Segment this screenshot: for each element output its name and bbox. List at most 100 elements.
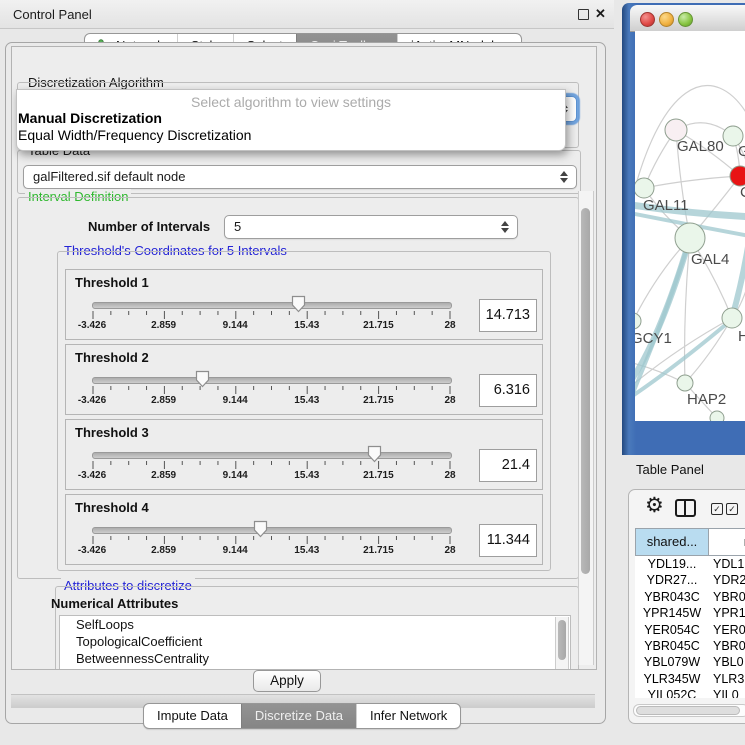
threshold-label: Threshold 2 <box>75 350 149 365</box>
slider-scale-label: 21.715 <box>354 470 402 481</box>
slider-scale-label: 28 <box>426 320 474 331</box>
table-row[interactable]: YER054CYER0 <box>635 622 745 638</box>
cell-shared-name[interactable]: YPR145W <box>635 605 709 621</box>
checkbox-icon-1[interactable]: ✓ <box>711 503 723 515</box>
network-canvas[interactable]: GAL80GCGAL11GAL4GCY1HHAP2 <box>635 31 745 421</box>
threshold-value-field[interactable]: 6.316 <box>479 374 537 407</box>
slider-scale-label: 28 <box>426 395 474 406</box>
cell-name[interactable]: YBR0 <box>713 589 745 605</box>
node-table[interactable]: shared...naYDL19...YDL1YDR27...YDR2YBR04… <box>635 528 745 698</box>
table-row[interactable]: YBR045CYBR0 <box>635 638 745 654</box>
cell-shared-name[interactable]: YLR345W <box>635 671 709 687</box>
cell-name[interactable]: YPR1 <box>713 605 745 621</box>
apply-button[interactable]: Apply <box>253 670 321 692</box>
node-label-h-node: H <box>738 328 745 345</box>
network-node-hap2[interactable] <box>677 375 693 391</box>
threshold-slider-handle[interactable] <box>367 445 382 463</box>
cell-name[interactable]: YDL1 <box>713 556 745 572</box>
threshold-slider-handle[interactable] <box>195 370 210 388</box>
slider-scale-label: 28 <box>426 470 474 481</box>
network-window-titlebar[interactable] <box>630 5 745 32</box>
threshold-value-field[interactable]: 21.4 <box>479 449 537 482</box>
threshold-slider-handle[interactable] <box>291 295 306 313</box>
attribute-list-item[interactable]: TopologicalCoefficient <box>60 633 570 650</box>
attributes-list-scrollbar[interactable] <box>555 617 569 670</box>
network-node-bottom-node[interactable] <box>710 411 724 421</box>
table-column-header-name[interactable]: na <box>708 528 745 556</box>
table-hscroll-thumb[interactable] <box>636 706 740 715</box>
cell-name[interactable]: YBL0 <box>713 654 745 670</box>
settings-scroll-thumb[interactable] <box>581 208 590 574</box>
cell-shared-name[interactable]: YDL19... <box>635 556 709 572</box>
network-node-gal11[interactable] <box>635 178 654 198</box>
threshold-panel-3: Threshold 3-3.4262.8599.14415.4321.71528… <box>65 419 543 490</box>
tab-impute-data[interactable]: Impute Data <box>144 704 241 728</box>
slider-scale-label: -3.426 <box>68 395 116 406</box>
float-window-icon[interactable] <box>578 9 589 20</box>
attributes-scroll-thumb[interactable] <box>558 620 566 660</box>
threshold-slider-track[interactable] <box>92 527 452 534</box>
table-row[interactable]: YBR043CYBR0 <box>635 589 745 605</box>
numerical-attributes-label: Numerical Attributes <box>51 596 178 611</box>
cell-name[interactable]: YLR3 <box>713 671 745 687</box>
network-edge-thick <box>732 211 745 318</box>
attribute-list-item[interactable]: SelfLoops <box>60 616 570 633</box>
cell-name[interactable]: YDR2 <box>713 572 745 588</box>
popup-option-equal-width-frequency-discretization[interactable]: Equal Width/Frequency Discretization <box>18 127 251 143</box>
cell-shared-name[interactable]: YBR043C <box>635 589 709 605</box>
panel-title: Control Panel <box>13 7 92 22</box>
network-node-h-node[interactable] <box>722 308 742 328</box>
threshold-panel-2: Threshold 2-3.4262.8599.14415.4321.71528… <box>65 344 543 415</box>
combo-stepper-icon[interactable] <box>560 171 569 183</box>
tab-infer-network[interactable]: Infer Network <box>356 704 460 728</box>
table-row[interactable]: YDR27...YDR2 <box>635 572 745 588</box>
cell-shared-name[interactable]: YDR27... <box>635 572 709 588</box>
combo-stepper-icon[interactable] <box>501 221 510 233</box>
network-node-red-node[interactable] <box>730 166 745 186</box>
threshold-value-field[interactable]: 14.713 <box>479 299 537 332</box>
numerical-attributes-list: SelfLoopsTopologicalCoefficientBetweenne… <box>59 615 571 670</box>
cell-shared-name[interactable]: YBR045C <box>635 638 709 654</box>
cell-shared-name[interactable]: YIL052C <box>635 687 709 698</box>
slider-tick-marks <box>92 536 452 545</box>
table-row[interactable]: YPR145WYPR1 <box>635 605 745 621</box>
threshold-slider-track[interactable] <box>92 377 452 384</box>
threshold-panel-1: Threshold 1-3.4262.8599.14415.4321.71528… <box>65 269 543 340</box>
slider-scale-label: 2.859 <box>140 395 188 406</box>
slider-scale-label: 21.715 <box>354 395 402 406</box>
table-row[interactable]: YDL19...YDL1 <box>635 556 745 572</box>
tab-label: Infer Network <box>370 704 447 728</box>
cell-shared-name[interactable]: YBL079W <box>635 654 709 670</box>
close-traffic-light[interactable] <box>640 12 655 27</box>
checkbox-icon-2[interactable]: ✓ <box>726 503 738 515</box>
table-data-combobox[interactable]: galFiltered.sif default node <box>23 165 577 189</box>
threshold-slider-track[interactable] <box>92 302 452 309</box>
table-row[interactable]: YLR345WYLR3 <box>635 671 745 687</box>
cell-name[interactable]: YER0 <box>713 622 745 638</box>
number-of-intervals-combobox[interactable]: 5 <box>224 215 518 239</box>
table-row[interactable]: YBL079WYBL0 <box>635 654 745 670</box>
threshold-slider-track[interactable] <box>92 452 452 459</box>
gear-icon[interactable]: ⚙ <box>645 496 664 516</box>
tab-discretize-data[interactable]: Discretize Data <box>241 704 356 728</box>
table-column-header-shared[interactable]: shared... <box>635 528 709 556</box>
node-label-red-node: C <box>740 184 745 201</box>
table-row[interactable]: YIL052C YIL0 <box>635 687 745 698</box>
network-node-gcy1[interactable] <box>635 313 641 329</box>
minimize-traffic-light[interactable] <box>659 12 674 27</box>
close-icon[interactable]: ✕ <box>595 6 606 22</box>
cell-name[interactable]: YBR0 <box>713 638 745 654</box>
cell-name[interactable]: YIL0 <box>713 687 745 698</box>
threshold-value-field[interactable]: 11.344 <box>479 524 537 557</box>
slider-scale-label: 2.859 <box>140 470 188 481</box>
table-horizontal-scrollbar[interactable] <box>633 704 745 717</box>
split-columns-icon[interactable] <box>675 499 696 517</box>
network-node-gal4[interactable] <box>675 223 705 253</box>
zoom-traffic-light[interactable] <box>678 12 693 27</box>
attribute-list-item[interactable]: BetweennessCentrality <box>60 650 570 667</box>
popup-option-manual-discretization[interactable]: Manual Discretization <box>18 110 162 126</box>
threshold-slider-handle[interactable] <box>253 520 268 538</box>
settings-vertical-scrollbar[interactable] <box>578 191 594 665</box>
cell-shared-name[interactable]: YER054C <box>635 622 709 638</box>
slider-scale-label: 28 <box>426 545 474 556</box>
